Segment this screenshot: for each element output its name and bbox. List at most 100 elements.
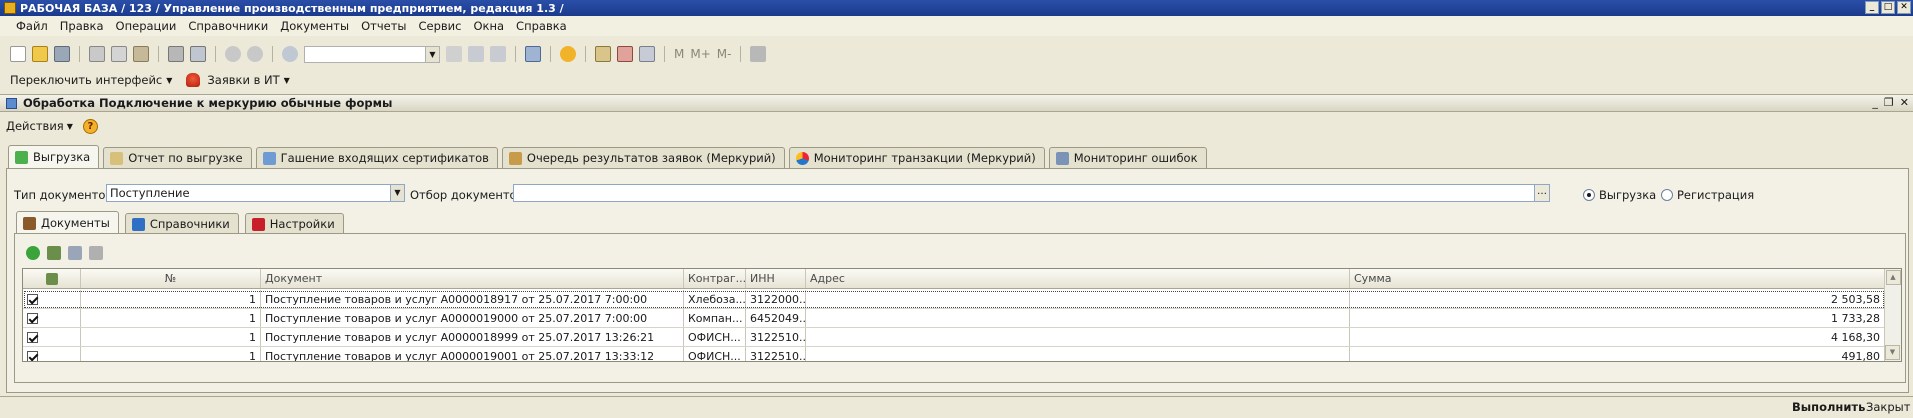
find-next-icon[interactable]: [468, 46, 484, 62]
paste-icon[interactable]: [133, 46, 149, 62]
it-requests-button[interactable]: Заявки в ИТ: [207, 73, 279, 87]
actions-menu[interactable]: Действия: [6, 119, 64, 133]
col-inn-header[interactable]: ИНН: [746, 269, 806, 288]
row-checkbox-cell[interactable]: [23, 347, 81, 361]
row-checkbox[interactable]: [27, 331, 38, 343]
open-folder-icon[interactable]: [32, 46, 48, 62]
radio-circle[interactable]: [1661, 189, 1673, 201]
table-row[interactable]: 1 Поступление товаров и услуг А000001900…: [23, 347, 1885, 361]
calendar-icon[interactable]: [617, 46, 633, 62]
tab-error-monitoring[interactable]: Мониторинг ошибок: [1048, 147, 1207, 168]
menu-edit[interactable]: Правка: [54, 19, 110, 33]
cell-sum: 4 168,30: [1350, 328, 1885, 346]
main-tabs: Выгрузка Отчет по выгрузке Гашение входя…: [8, 145, 1207, 168]
col-address-header[interactable]: Адрес: [806, 269, 1350, 288]
chevron-down-icon[interactable]: ▼: [425, 46, 439, 62]
info-icon[interactable]: [560, 46, 576, 62]
help-icon[interactable]: ?: [82, 118, 98, 134]
new-document-icon[interactable]: [10, 46, 26, 62]
uncheck-all-icon[interactable]: [68, 246, 82, 260]
menu-operations[interactable]: Операции: [110, 19, 183, 33]
table-header: № Документ Контраг... ИНН Адрес Сумма: [23, 269, 1885, 289]
chevron-down-icon[interactable]: ▼: [166, 76, 172, 85]
window-title: РАБОЧАЯ БАЗА / 123 / Управление производ…: [20, 1, 564, 15]
col-contractor-header[interactable]: Контраг...: [684, 269, 746, 288]
doc-filter-field[interactable]: [513, 184, 1535, 202]
form-restore-icon[interactable]: ❐: [1884, 96, 1894, 109]
tab-certificates[interactable]: Гашение входящих сертификатов: [255, 147, 498, 168]
form-window-controls: _ ❐ ✕: [1872, 96, 1909, 109]
row-checkbox[interactable]: [27, 293, 38, 305]
doc-type-field[interactable]: Поступление ▼: [106, 184, 405, 202]
select-button[interactable]: …: [1534, 184, 1550, 202]
tab-export[interactable]: Выгрузка: [8, 145, 100, 168]
row-checkbox[interactable]: [27, 312, 38, 324]
minimize-icon[interactable]: _: [1865, 1, 1879, 14]
refresh-icon[interactable]: [26, 246, 40, 260]
maximize-icon[interactable]: □: [1881, 1, 1895, 14]
cut-icon[interactable]: [89, 46, 105, 62]
print-icon[interactable]: [168, 46, 184, 62]
form-minimize-icon[interactable]: _: [1872, 96, 1878, 109]
calculator-icon[interactable]: [595, 46, 611, 62]
menu-catalogs[interactable]: Справочники: [182, 19, 274, 33]
tab-queue[interactable]: Очередь результатов заявок (Меркурий): [501, 147, 785, 168]
scroll-down-icon[interactable]: ▼: [1885, 345, 1900, 360]
subtab-catalogs[interactable]: Справочники: [124, 213, 239, 234]
search-icon[interactable]: [282, 46, 298, 62]
clear-search-icon[interactable]: [446, 46, 462, 62]
print-icon[interactable]: [89, 246, 103, 260]
search-combo[interactable]: ▼: [304, 45, 440, 63]
tab-export-report[interactable]: Отчет по выгрузке: [103, 147, 252, 168]
table-row[interactable]: 1 Поступление товаров и услуг А000001891…: [23, 290, 1885, 309]
menu-service[interactable]: Сервис: [412, 19, 467, 33]
row-checkbox-cell[interactable]: [23, 309, 81, 327]
settings-icon[interactable]: [750, 46, 767, 62]
windows-list-icon[interactable]: [525, 46, 541, 62]
close-icon[interactable]: ✕: [1897, 1, 1911, 14]
menu-documents[interactable]: Документы: [274, 19, 355, 33]
scroll-up-icon[interactable]: ▲: [1885, 270, 1901, 285]
radio-export[interactable]: Выгрузка: [1583, 188, 1656, 202]
menu-file[interactable]: Файл: [10, 19, 54, 33]
subtab-settings[interactable]: Настройки: [244, 213, 344, 234]
users-icon[interactable]: [639, 46, 655, 62]
tab-transaction-monitoring[interactable]: Мониторинг транзакции (Меркурий): [788, 147, 1045, 168]
check-all-icon[interactable]: [47, 246, 61, 260]
close-button[interactable]: Закрыт: [1866, 400, 1910, 414]
table-row[interactable]: 1 Поступление товаров и услуг А000001899…: [23, 328, 1885, 347]
table-scrollbar[interactable]: ▲ ▼: [1884, 269, 1901, 361]
execute-button[interactable]: Выполнить: [1792, 400, 1865, 414]
undo-icon[interactable]: [225, 46, 241, 62]
print-preview-icon[interactable]: [190, 46, 206, 62]
row-checkbox-cell[interactable]: [23, 290, 81, 308]
subtab-documents[interactable]: Документы: [16, 211, 119, 234]
col-check-header[interactable]: [23, 269, 81, 288]
save-icon[interactable]: [54, 46, 70, 62]
menu-help[interactable]: Справка: [510, 19, 573, 33]
find-prev-icon[interactable]: [490, 46, 506, 62]
chevron-down-icon[interactable]: ▼: [390, 185, 404, 201]
copy-icon[interactable]: [111, 46, 127, 62]
redo-icon[interactable]: [247, 46, 263, 62]
chevron-down-icon[interactable]: ▼: [284, 76, 290, 85]
row-checkbox-cell[interactable]: [23, 328, 81, 346]
form-close-icon[interactable]: ✕: [1900, 96, 1909, 109]
table-row[interactable]: 1 Поступление товаров и услуг А000001900…: [23, 309, 1885, 328]
menu-windows[interactable]: Окна: [467, 19, 510, 33]
memory-button[interactable]: M: [674, 47, 684, 61]
radio-registration[interactable]: Регистрация: [1661, 188, 1754, 202]
memory-plus-button[interactable]: M+: [690, 47, 710, 61]
radio-circle[interactable]: [1583, 189, 1595, 201]
col-number-header[interactable]: №: [81, 269, 261, 288]
memory-minus-button[interactable]: M-: [717, 47, 732, 61]
menu-reports[interactable]: Отчеты: [355, 19, 412, 33]
col-sum-header[interactable]: Сумма: [1350, 269, 1885, 288]
chevron-down-icon[interactable]: ▼: [67, 122, 73, 131]
cell-number: 1: [81, 290, 261, 308]
col-document-header[interactable]: Документ: [261, 269, 684, 288]
row-checkbox[interactable]: [27, 350, 38, 361]
toolbar-separator: [585, 46, 586, 62]
switch-interface-button[interactable]: Переключить интерфейс: [10, 73, 162, 87]
toolbar-separator: [664, 46, 665, 62]
